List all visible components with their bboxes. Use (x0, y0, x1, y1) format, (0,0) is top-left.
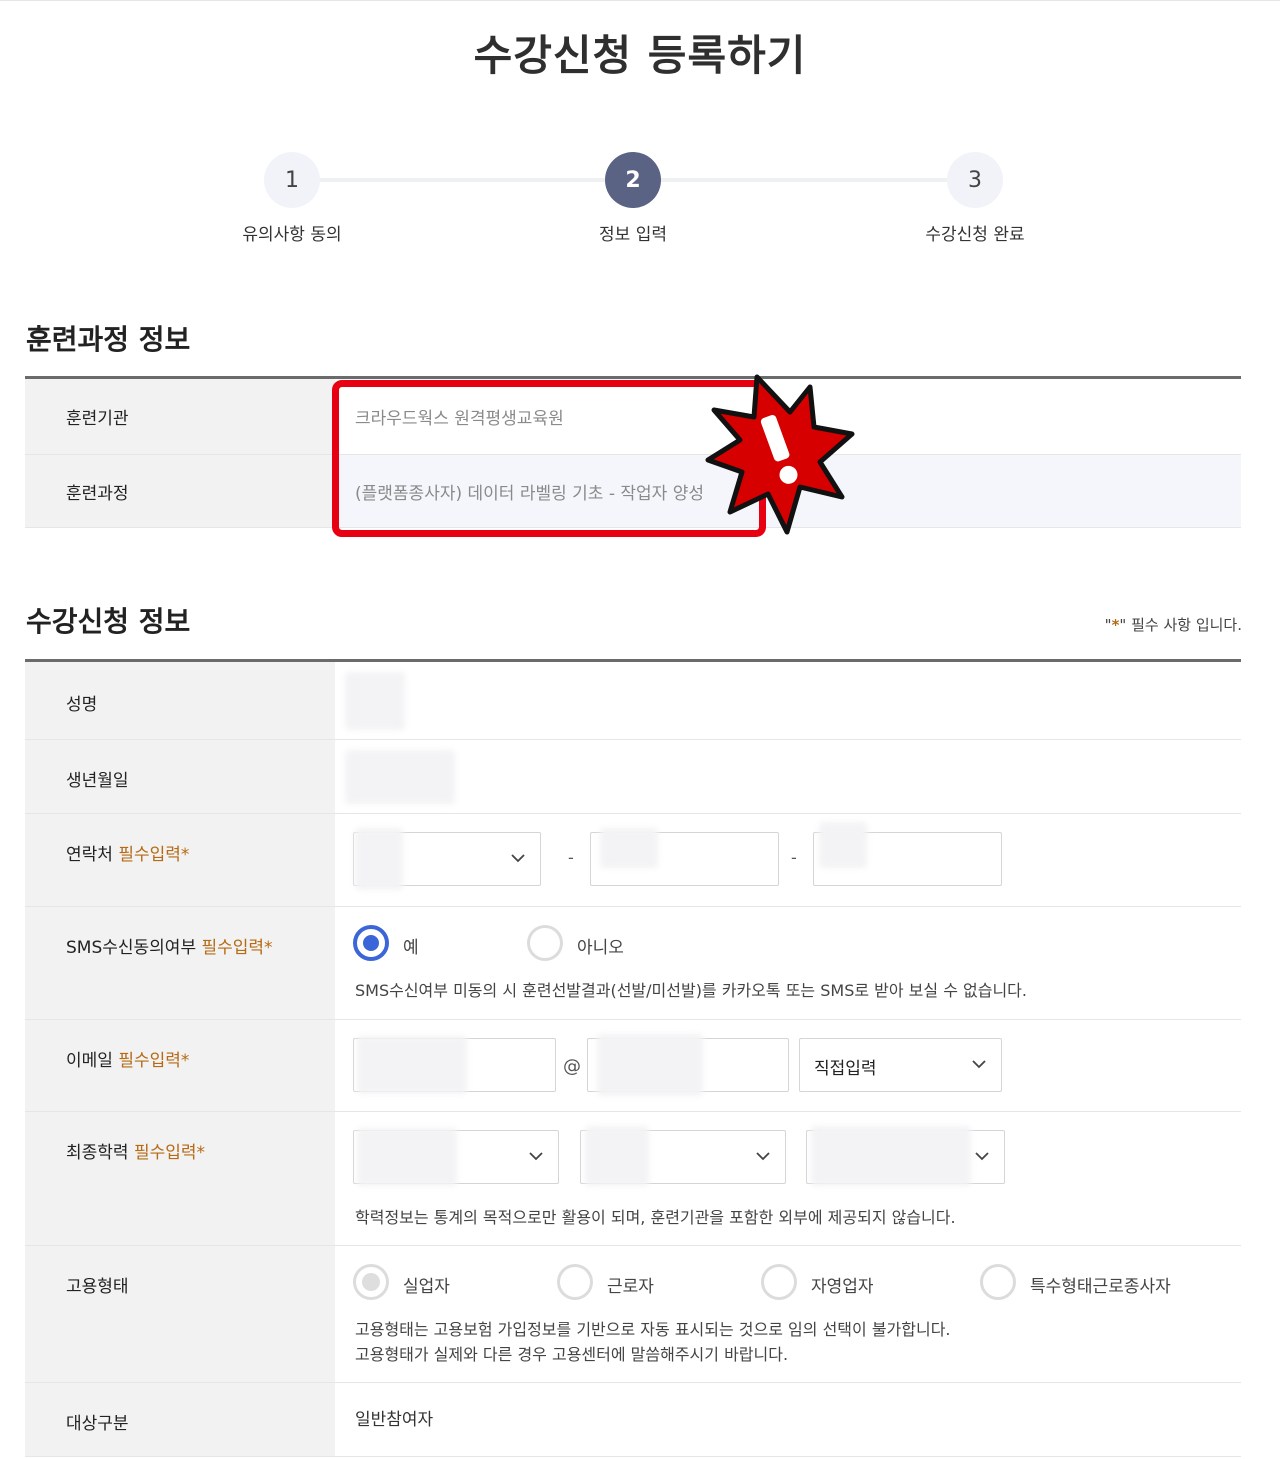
sms-help-text: SMS수신여부 미동의 시 훈련선발결과(선발/미선발)를 카카오톡 또는 SM… (355, 981, 1027, 1000)
chevron-down-icon (529, 1152, 543, 1161)
phone-separator: - (568, 848, 574, 867)
table-row: 연락처 필수입력* - - (25, 814, 1241, 907)
progress-stepper: 1 유의사항 동의 2 정보 입력 3 수강신청 완료 (0, 150, 1280, 250)
employment-special-worker-label: 특수형태근로종사자 (1030, 1277, 1171, 1297)
step-2-circle: 2 (605, 152, 661, 208)
employment-worker-radio (557, 1264, 593, 1300)
stepper-line (292, 178, 633, 182)
email-label: 이메일 필수입력* (25, 1020, 335, 1111)
education-label: 최종학력 필수입력* (25, 1112, 335, 1245)
alert-burst-icon (705, 374, 855, 535)
table-row: 최종학력 필수입력* 학력정보는 통계의 목적으로만 활용이 되며, 훈련기관을… (25, 1112, 1241, 1246)
redacted-email-id (357, 1036, 467, 1094)
page-title: 수강신청 등록하기 (473, 31, 807, 80)
name-value (335, 662, 1241, 739)
target-category-label: 대상구분 (25, 1383, 335, 1456)
employment-help-text-2: 고용형태가 실제와 다른 경우 고용센터에 말씀해주시기 바랍니다. (355, 1345, 789, 1364)
phone-separator: - (791, 848, 797, 867)
redacted-birthdate (345, 750, 455, 804)
name-label: 성명 (25, 662, 335, 739)
step-2-label: 정보 입력 (599, 225, 667, 245)
table-row: SMS수신동의여부 필수입력* 예 아니오 SMS수신여부 미동의 시 훈련선발… (25, 907, 1241, 1020)
table-row: 대상구분 일반참여자 (25, 1383, 1241, 1457)
chevron-down-icon (511, 854, 525, 863)
sms-yes-label: 예 (403, 938, 419, 958)
email-at-sign: @ (563, 1056, 581, 1077)
employment-type-label: 고용형태 (25, 1246, 335, 1382)
table-row: 생년월일 (25, 740, 1241, 814)
table-row: 이메일 필수입력* @ 직접입력 (25, 1020, 1241, 1112)
employment-self-employed-radio (761, 1264, 797, 1300)
training-institution-label: 훈련기관 (25, 379, 335, 454)
redacted-education-level (357, 1128, 457, 1186)
sms-consent-label: SMS수신동의여부 필수입력* (25, 907, 335, 1019)
sms-no-radio[interactable] (527, 925, 563, 961)
sms-consent-field: 예 아니오 SMS수신여부 미동의 시 훈련선발결과(선발/미선발)를 카카오톡… (335, 907, 1241, 1019)
required-note: "*" 필수 사항 입니다. (1104, 616, 1242, 634)
phone-label: 연락처 필수입력* (25, 814, 335, 906)
training-course-label: 훈련과정 (25, 455, 335, 527)
email-domain-select-value: 직접입력 (814, 1059, 877, 1079)
redacted-education-major (811, 1126, 971, 1186)
step-1-circle: 1 (264, 152, 320, 208)
step-3-label: 수강신청 완료 (925, 225, 1025, 245)
application-info-title: 수강신청 정보 (26, 605, 191, 638)
birthdate-label: 생년월일 (25, 740, 335, 813)
email-fields: @ 직접입력 (335, 1020, 1241, 1111)
employment-help-text-1: 고용형태는 고용보험 가입정보를 기반으로 자동 표시되는 것으로 임의 선택이… (355, 1320, 951, 1339)
birthdate-value (335, 740, 1241, 813)
employment-self-employed-label: 자영업자 (811, 1277, 874, 1297)
email-domain-select[interactable]: 직접입력 (799, 1038, 1002, 1092)
table-row: 고용형태 실업자 근로자 자영업자 특수형태근로종사자 고용형태는 고용보험 가… (25, 1246, 1241, 1383)
chevron-down-icon (975, 1152, 989, 1161)
step-3-circle: 3 (947, 152, 1003, 208)
redacted-phone-prefix (355, 828, 403, 890)
chevron-down-icon (756, 1152, 770, 1161)
employment-type-field: 실업자 근로자 자영업자 특수형태근로종사자 고용형태는 고용보험 가입정보를 … (335, 1246, 1241, 1382)
target-category-value: 일반참여자 (355, 1410, 434, 1430)
employment-unemployed-radio (353, 1264, 389, 1300)
table-row: 성명 (25, 662, 1241, 740)
course-info-title: 훈련과정 정보 (26, 323, 191, 356)
redacted-education-status (585, 1126, 649, 1186)
employment-worker-label: 근로자 (607, 1277, 654, 1297)
employment-unemployed-label: 실업자 (403, 1277, 450, 1297)
redacted-phone-middle (600, 828, 658, 868)
sms-no-label: 아니오 (577, 938, 624, 958)
stepper-line (633, 178, 975, 182)
employment-special-worker-radio (980, 1264, 1016, 1300)
application-info-table: 성명 생년월일 연락처 필수입력* - - SMS수신동의여부 필수입력* 예 … (25, 659, 1241, 1457)
step-1-label: 유의사항 동의 (242, 225, 342, 245)
redacted-name (345, 672, 405, 730)
highlight-annotation-box (332, 380, 766, 537)
top-divider (0, 0, 1280, 1)
chevron-down-icon (972, 1060, 986, 1069)
phone-fields: - - (335, 814, 1241, 906)
education-help-text: 학력정보는 통계의 목적으로만 활용이 되며, 훈련기관을 포함한 외부에 제공… (355, 1208, 956, 1227)
redacted-phone-last (819, 822, 867, 868)
redacted-email-domain (597, 1034, 703, 1096)
sms-yes-radio[interactable] (353, 925, 389, 961)
education-fields: 학력정보는 통계의 목적으로만 활용이 되며, 훈련기관을 포함한 외부에 제공… (335, 1112, 1241, 1245)
